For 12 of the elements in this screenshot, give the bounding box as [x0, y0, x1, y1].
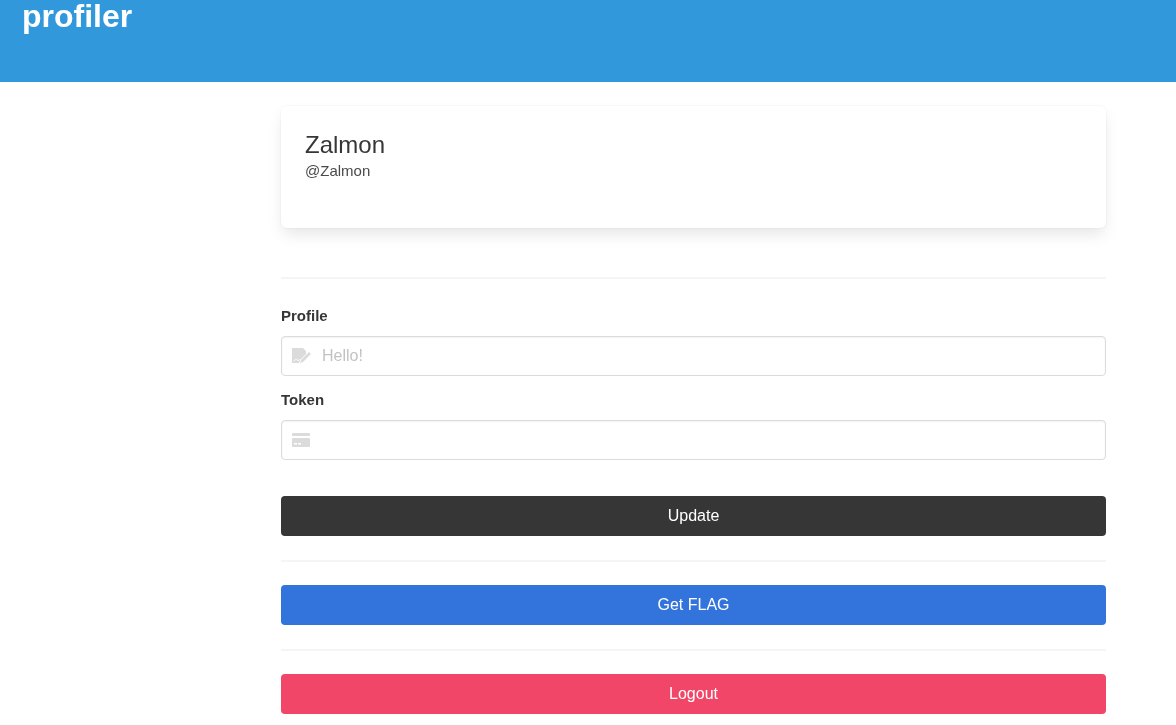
document-pencil-icon — [292, 348, 311, 364]
card-icon — [292, 433, 310, 447]
input-field[interactable]: Hello! — [281, 336, 1106, 376]
site-title: profiler — [22, 0, 133, 32]
field-label: Profile — [281, 306, 329, 326]
action-button[interactable]: Update — [281, 496, 1106, 536]
profile-name: Zalmon — [305, 130, 387, 160]
field-label: Token — [281, 390, 326, 410]
action-button[interactable]: Logout — [281, 674, 1106, 714]
action-button[interactable]: Get FLAG — [281, 585, 1106, 625]
input-field[interactable] — [281, 420, 1106, 460]
profile-handle: @Zalmon — [305, 161, 372, 181]
